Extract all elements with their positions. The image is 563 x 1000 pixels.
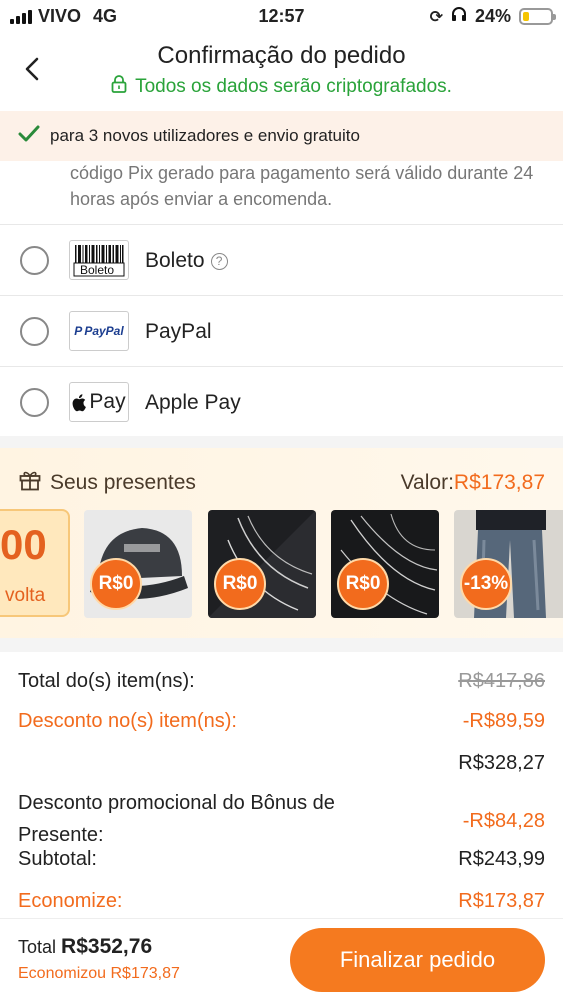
secure-notice-text: Todos os dados serão criptografados. bbox=[135, 76, 452, 97]
gift-price-badge: R$0 bbox=[337, 558, 389, 610]
payment-option-label: Apple Pay bbox=[145, 391, 241, 414]
gift-price-badge: R$0 bbox=[214, 558, 266, 610]
payment-options: Boleto Boleto ? P PayPal PayPal Pay Apple… bbox=[0, 224, 563, 437]
promo-label-line2: Presente: bbox=[18, 824, 104, 846]
gift-coupon[interactable]: 00 volta bbox=[0, 509, 70, 617]
promo-banner: para 3 novos utilizadores e envio gratui… bbox=[0, 111, 563, 161]
gift-item-necklace[interactable]: R$0 bbox=[208, 510, 316, 618]
boleto-logo-text: Boleto bbox=[80, 263, 115, 277]
radio-button[interactable] bbox=[20, 246, 49, 275]
payment-option-label: Boleto bbox=[145, 249, 205, 272]
gifts-value: R$173,87 bbox=[453, 471, 545, 494]
page-title: Confirmação do pedido bbox=[157, 42, 406, 69]
promo-banner-text: para 3 novos utilizadores e envio gratui… bbox=[50, 126, 360, 145]
help-icon[interactable]: ? bbox=[210, 252, 228, 270]
payment-option-paypal[interactable]: P PayPal PayPal bbox=[0, 295, 563, 366]
grand-total-value: R$352,76 bbox=[61, 935, 153, 958]
radio-button[interactable] bbox=[20, 388, 49, 417]
gift-icon bbox=[18, 468, 42, 498]
gift-price-badge: R$0 bbox=[90, 558, 142, 610]
boleto-logo-icon: Boleto bbox=[69, 240, 129, 280]
coupon-label: volta bbox=[5, 585, 46, 606]
discount-label: Desconto no(s) item(ns): bbox=[18, 710, 237, 732]
section-divider bbox=[0, 436, 563, 448]
grand-total: Total R$352,76 bbox=[18, 935, 152, 959]
gift-item-jeans[interactable]: -13% bbox=[454, 510, 563, 618]
place-order-button[interactable]: Finalizar pedido bbox=[290, 928, 545, 992]
payment-option-boleto[interactable]: Boleto Boleto ? bbox=[0, 224, 563, 295]
gift-discount-badge: -13% bbox=[460, 558, 512, 610]
savings-value: R$173,87 bbox=[458, 890, 545, 912]
battery-percent: 24% bbox=[474, 6, 511, 26]
status-bar: VIVO 4G 12:57 ⟳ 24% bbox=[0, 0, 563, 34]
headphones-icon bbox=[451, 6, 467, 27]
gifts-title: Seus presentes bbox=[50, 471, 196, 494]
apple-pay-logo-text: Pay bbox=[89, 390, 126, 413]
items-total-label: Total do(s) item(ns): bbox=[18, 670, 195, 692]
items-total-value: R$417,86 bbox=[458, 670, 545, 692]
promo-value: -R$84,28 bbox=[462, 810, 545, 832]
apple-pay-logo-icon: Pay bbox=[69, 382, 129, 422]
secure-notice: Todos os dados serão criptografados. bbox=[0, 75, 563, 99]
coupon-amount: 00 bbox=[0, 521, 47, 568]
radio-button[interactable] bbox=[20, 317, 49, 346]
rotation-lock-icon: ⟳ bbox=[429, 8, 443, 26]
paypal-logo-icon: P PayPal bbox=[69, 311, 129, 351]
gift-item-chain[interactable]: R$0 bbox=[331, 510, 439, 618]
saved-amount: Economizou R$173,87 bbox=[18, 965, 180, 982]
paypal-logo-text: PayPal bbox=[84, 324, 124, 338]
discount-value: -R$89,59 bbox=[462, 710, 545, 732]
savings-label: Economize: bbox=[18, 890, 123, 912]
subtotal-value: R$243,99 bbox=[458, 848, 545, 870]
section-divider bbox=[0, 638, 563, 652]
gifts-section: Seus presentes Valor:R$173,87 00 volta R… bbox=[0, 448, 563, 638]
pix-note: código Pix gerado para pagamento será vá… bbox=[70, 163, 534, 209]
header: Confirmação do pedido Todos os dados ser… bbox=[0, 34, 563, 110]
lock-icon bbox=[111, 75, 127, 99]
checkout-bar: Total R$352,76 Economizou R$173,87 Final… bbox=[0, 918, 563, 1000]
grand-total-label: Total bbox=[18, 937, 57, 957]
payment-option-apple-pay[interactable]: Pay Apple Pay bbox=[0, 366, 563, 437]
subtotal-label: Subtotal: bbox=[18, 848, 97, 870]
payment-option-label: PayPal bbox=[145, 320, 212, 343]
gifts-value-label: Valor: bbox=[400, 471, 454, 494]
battery-icon bbox=[519, 8, 556, 25]
gift-item-cap[interactable]: R$0 bbox=[84, 510, 192, 618]
after-discount-value: R$328,27 bbox=[458, 752, 545, 774]
checkmark-icon bbox=[18, 125, 40, 148]
promo-label-line1: Desconto promocional do Bônus de bbox=[18, 792, 335, 814]
